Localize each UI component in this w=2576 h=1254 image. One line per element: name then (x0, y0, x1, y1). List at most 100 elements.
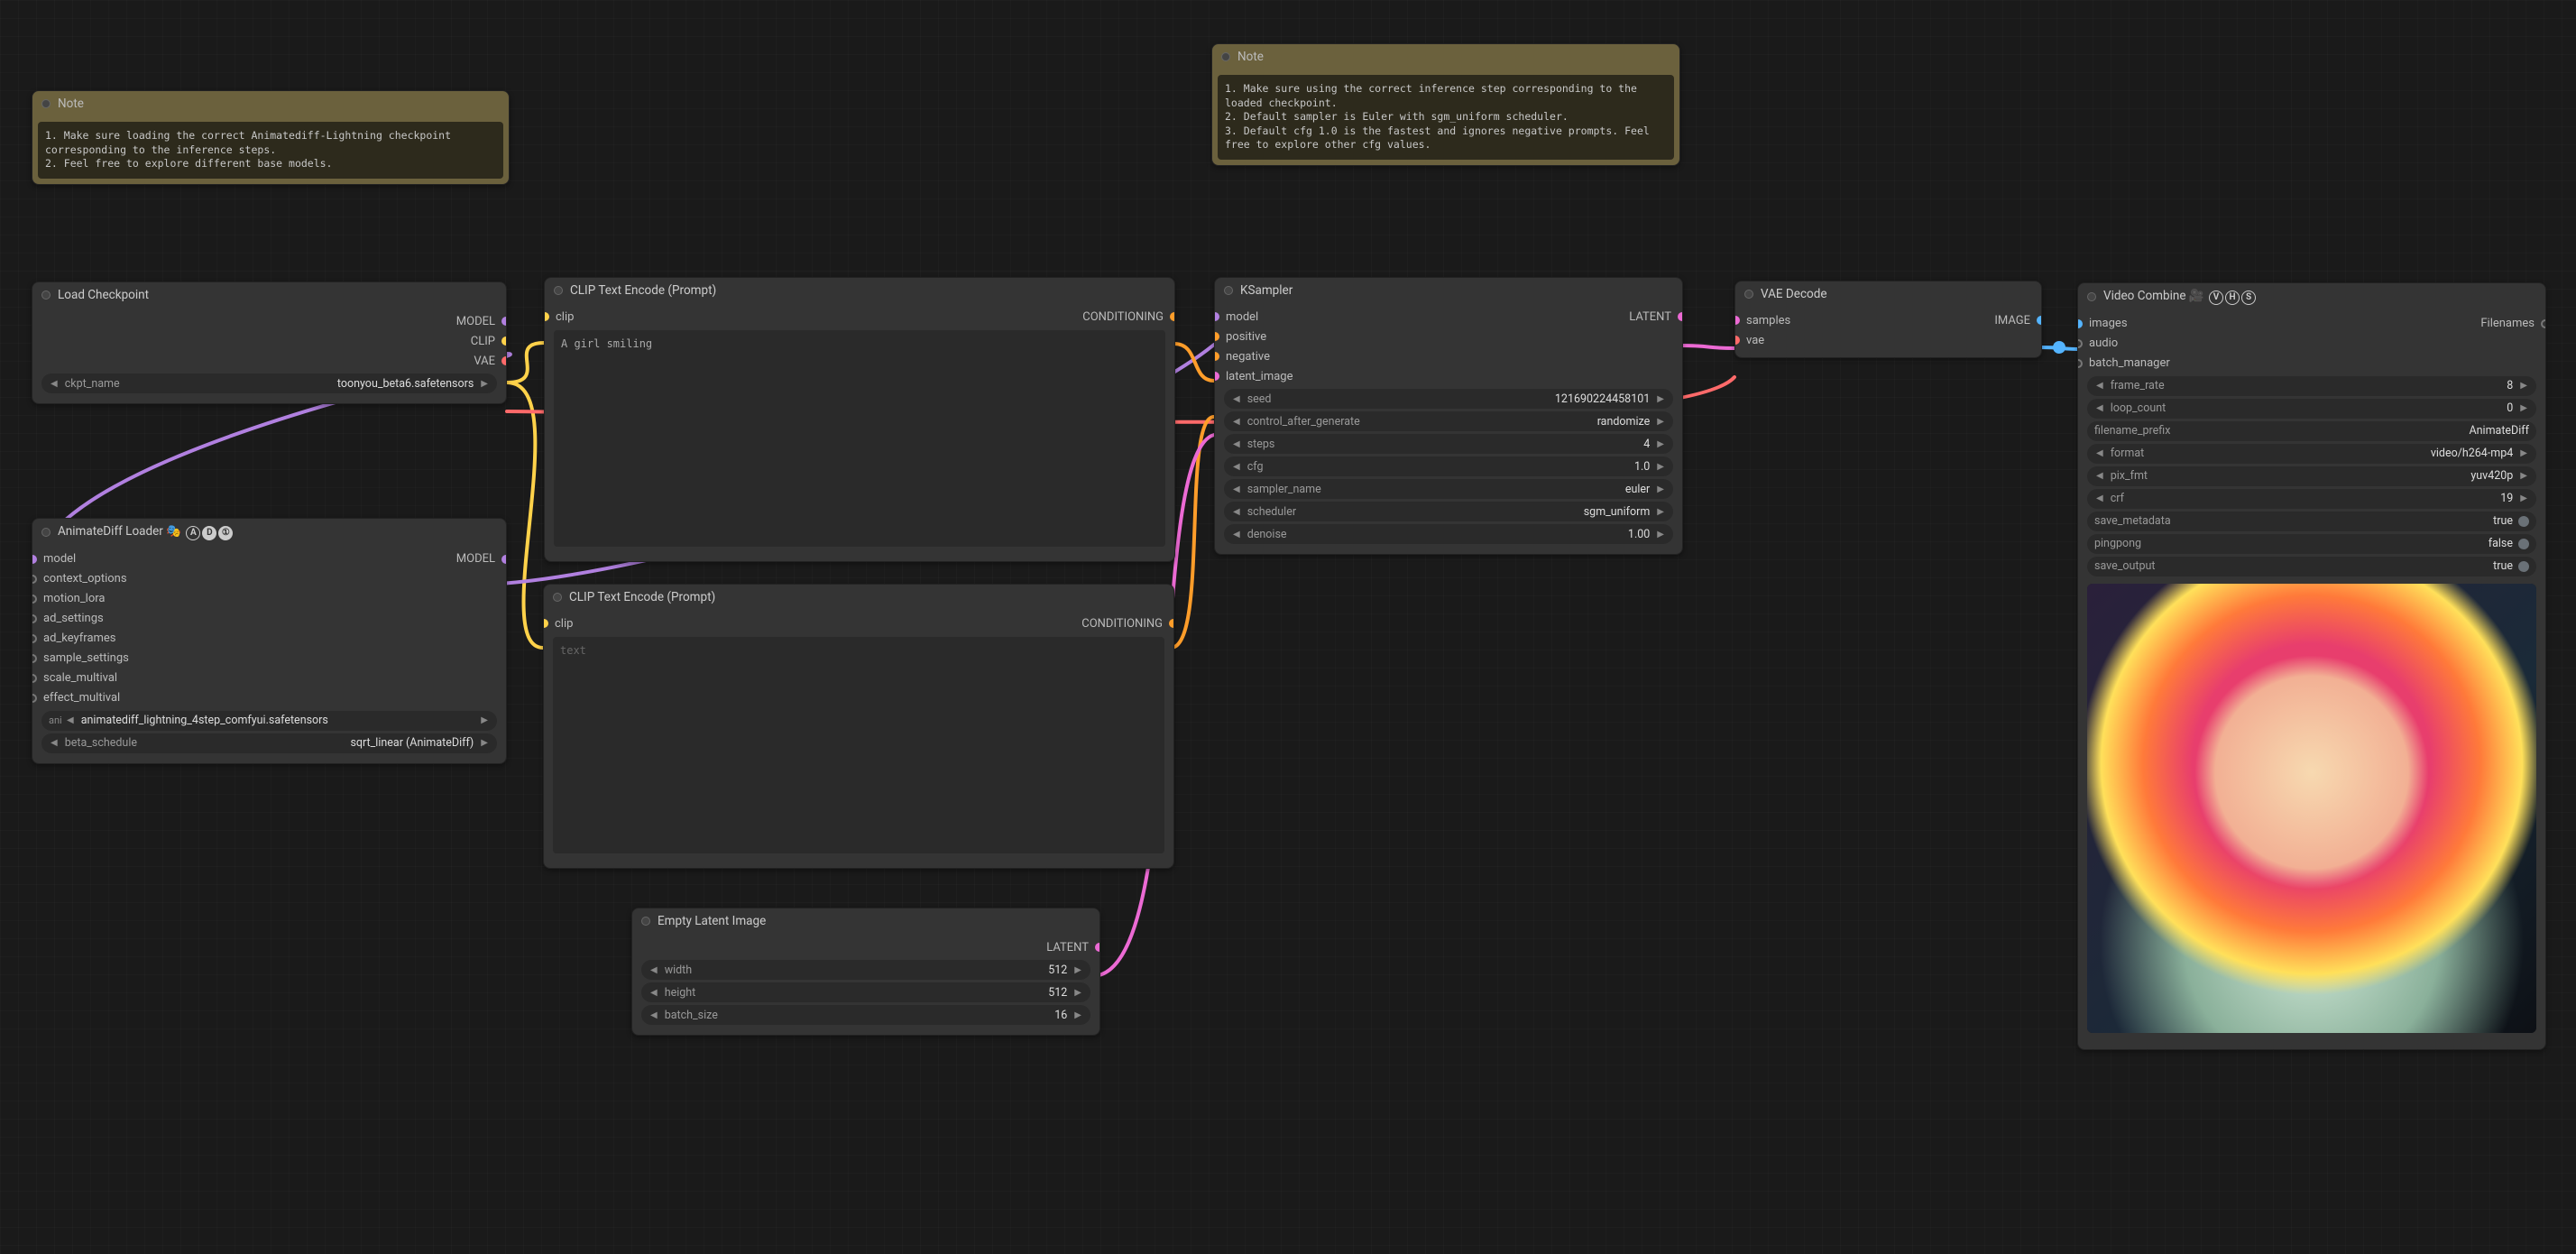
arrow-left-icon[interactable]: ◀ (649, 965, 659, 975)
widget-scheduler[interactable]: ◀schedulersgm_uniform▶ (1224, 502, 1673, 521)
widget-width[interactable]: ◀width512▶ (641, 960, 1090, 980)
port-model-out[interactable] (501, 317, 507, 326)
arrow-right-icon[interactable]: ▶ (479, 715, 490, 725)
widget-cfg[interactable]: ◀cfg1.0▶ (1224, 456, 1673, 476)
port-ad-settings-in[interactable] (32, 614, 37, 623)
arrow-left-icon[interactable]: ◀ (65, 715, 76, 725)
arrow-left-icon[interactable]: ◀ (1231, 484, 1242, 494)
widget-pingpong[interactable]: pingpongfalse (2087, 534, 2536, 554)
port-batch-manager-in[interactable] (2077, 359, 2083, 368)
port-model-out[interactable] (501, 555, 507, 564)
arrow-left-icon[interactable]: ◀ (2094, 471, 2105, 481)
widget-pix-fmt[interactable]: ◀pix_fmtyuv420p▶ (2087, 466, 2536, 486)
port-model-in[interactable] (1214, 312, 1219, 321)
port-effect-multival-in[interactable] (32, 694, 37, 703)
port-latent-out[interactable] (1095, 943, 1100, 952)
widget-model-name[interactable]: ani ◀ model_nameanimatediff_lightning_4s… (41, 711, 497, 731)
arrow-right-icon[interactable]: ▶ (2518, 471, 2529, 481)
widget-beta-schedule[interactable]: ◀ beta_schedulesqrt_linear (AnimateDiff)… (41, 733, 497, 753)
port-latent-out[interactable] (1678, 312, 1683, 321)
widget-frame-rate[interactable]: ◀frame_rate8▶ (2087, 376, 2536, 396)
arrow-left-icon[interactable]: ◀ (1231, 530, 1242, 539)
widget-save-metadata[interactable]: save_metadatatrue (2087, 512, 2536, 531)
node-clip-encode-negative[interactable]: CLIP Text Encode (Prompt) clip CONDITION… (543, 584, 1174, 869)
widget-denoise[interactable]: ◀denoise1.00▶ (1224, 524, 1673, 544)
port-clip-in[interactable] (544, 312, 549, 321)
arrow-left-icon[interactable]: ◀ (1231, 507, 1242, 517)
node-note-2[interactable]: Note 1. Make sure using the correct infe… (1211, 43, 1680, 166)
port-model-in[interactable] (32, 555, 37, 564)
arrow-right-icon[interactable]: ▶ (1655, 394, 1666, 404)
port-image-out[interactable] (2037, 316, 2042, 325)
port-samples-in[interactable] (1734, 316, 1740, 325)
widget-steps[interactable]: ◀steps4▶ (1224, 434, 1673, 454)
widget-save-output[interactable]: save_outputtrue (2087, 557, 2536, 576)
port-images-in[interactable] (2077, 319, 2083, 328)
prompt-text[interactable]: text (553, 637, 1164, 853)
arrow-right-icon[interactable]: ▶ (2518, 381, 2529, 391)
note-text[interactable]: 1. Make sure using the correct inference… (1218, 75, 1674, 160)
collapse-dot[interactable] (2087, 292, 2096, 301)
widget-batch-size[interactable]: ◀batch_size16▶ (641, 1005, 1090, 1025)
node-load-checkpoint[interactable]: Load Checkpoint MODEL CLIP VAE ◀ ckpt_na… (32, 281, 507, 404)
arrow-left-icon[interactable]: ◀ (1231, 462, 1242, 472)
arrow-right-icon[interactable]: ▶ (1655, 484, 1666, 494)
widget-format[interactable]: ◀formatvideo/h264-mp4▶ (2087, 444, 2536, 464)
arrow-right-icon[interactable]: ▶ (2518, 493, 2529, 503)
collapse-dot[interactable] (554, 286, 563, 295)
collapse-dot[interactable] (553, 593, 562, 602)
widget-ckpt-name[interactable]: ◀ ckpt_nametoonyou_beta6.safetensors ▶ (41, 373, 497, 393)
arrow-right-icon[interactable]: ▶ (1655, 417, 1666, 427)
collapse-dot[interactable] (1221, 52, 1230, 61)
node-video-combine[interactable]: Video Combine 🎥 VHS images Filenames aud… (2077, 282, 2546, 1050)
node-note-1[interactable]: Note 1. Make sure loading the correct An… (32, 90, 510, 185)
arrow-right-icon[interactable]: ▶ (479, 379, 490, 389)
collapse-dot[interactable] (41, 528, 51, 537)
collapse-dot[interactable] (1224, 286, 1233, 295)
port-positive-in[interactable] (1214, 332, 1219, 341)
arrow-left-icon[interactable]: ◀ (2094, 403, 2105, 413)
widget-sampler-name[interactable]: ◀sampler_nameeuler▶ (1224, 479, 1673, 499)
arrow-right-icon[interactable]: ▶ (1655, 530, 1666, 539)
port-clip-in[interactable] (543, 619, 548, 628)
widget-control-after-generate[interactable]: ◀control_after_generaterandomize▶ (1224, 411, 1673, 431)
collapse-dot[interactable] (41, 290, 51, 300)
reroute-handle[interactable] (2053, 341, 2065, 354)
port-scale-multival-in[interactable] (32, 674, 37, 683)
arrow-right-icon[interactable]: ▶ (1655, 439, 1666, 449)
arrow-right-icon[interactable]: ▶ (1655, 507, 1666, 517)
port-vae-in[interactable] (1734, 336, 1740, 345)
port-latent-image-in[interactable] (1214, 372, 1219, 381)
collapse-dot[interactable] (1744, 290, 1753, 299)
arrow-left-icon[interactable]: ◀ (1231, 394, 1242, 404)
port-sample-settings-in[interactable] (32, 654, 37, 663)
arrow-left-icon[interactable]: ◀ (1231, 417, 1242, 427)
node-clip-encode-positive[interactable]: CLIP Text Encode (Prompt) clip CONDITION… (544, 277, 1175, 562)
arrow-left-icon[interactable]: ◀ (2094, 448, 2105, 458)
widget-height[interactable]: ◀height512▶ (641, 982, 1090, 1002)
port-motion-lora-in[interactable] (32, 595, 37, 604)
arrow-right-icon[interactable]: ▶ (1072, 1010, 1083, 1020)
collapse-dot[interactable] (641, 917, 650, 926)
arrow-right-icon[interactable]: ▶ (1072, 988, 1083, 998)
port-audio-in[interactable] (2077, 339, 2083, 348)
node-animatediff-loader[interactable]: AnimateDiff Loader 🎭 AD① model MODEL con… (32, 518, 507, 764)
arrow-right-icon[interactable]: ▶ (1655, 462, 1666, 472)
arrow-right-icon[interactable]: ▶ (2518, 403, 2529, 413)
arrow-right-icon[interactable]: ▶ (479, 738, 490, 748)
arrow-left-icon[interactable]: ◀ (649, 988, 659, 998)
arrow-left-icon[interactable]: ◀ (2094, 381, 2105, 391)
port-vae-out[interactable] (501, 356, 507, 365)
arrow-left-icon[interactable]: ◀ (649, 1010, 659, 1020)
arrow-right-icon[interactable]: ▶ (1072, 965, 1083, 975)
port-conditioning-out[interactable] (1169, 619, 1174, 628)
port-negative-in[interactable] (1214, 352, 1219, 361)
arrow-left-icon[interactable]: ◀ (49, 379, 60, 389)
port-filenames-out[interactable] (2541, 319, 2546, 328)
node-vae-decode[interactable]: VAE Decode samples IMAGE vae (1734, 281, 2042, 358)
collapse-dot[interactable] (41, 99, 51, 108)
note-text[interactable]: 1. Make sure loading the correct Animate… (38, 122, 503, 179)
port-conditioning-out[interactable] (1170, 312, 1175, 321)
arrow-right-icon[interactable]: ▶ (2518, 448, 2529, 458)
prompt-text[interactable]: A girl smiling (554, 330, 1165, 547)
